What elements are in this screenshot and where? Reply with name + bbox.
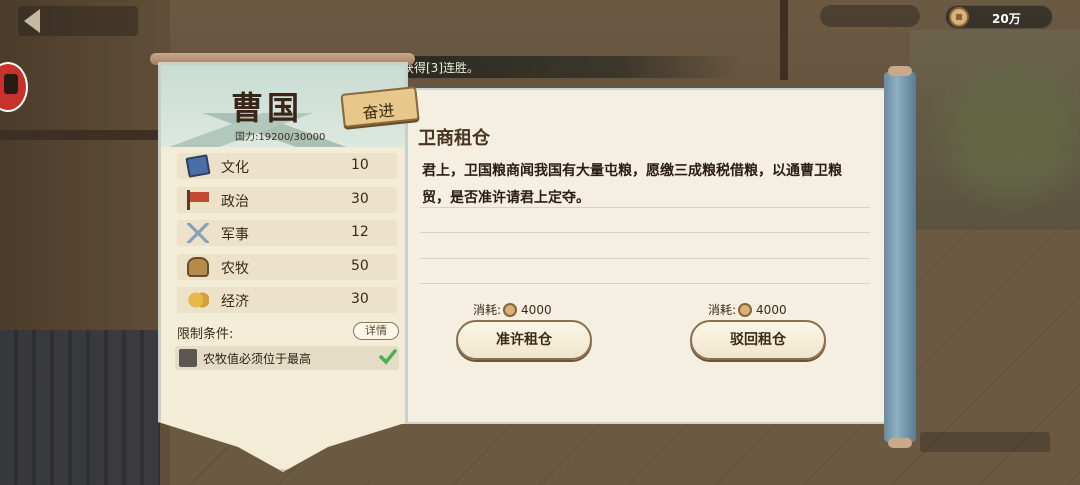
- coin-icon: [738, 303, 753, 317]
- cost-value: 4000: [521, 303, 552, 317]
- approve-cost: 消耗: 4000: [473, 301, 552, 318]
- flag-icon: [187, 190, 209, 210]
- coin-icon: [503, 303, 518, 317]
- cost-label: 消耗:: [473, 303, 502, 317]
- conditions-label: 限制条件:: [177, 327, 234, 342]
- back-button[interactable]: [18, 6, 138, 36]
- condition-item: 农牧值必须位于最高: [175, 346, 399, 370]
- stat-label: 经济: [221, 294, 249, 310]
- stat-value: 50: [351, 258, 369, 274]
- stat-value: 12: [351, 224, 369, 240]
- book-icon: [185, 154, 211, 178]
- power-value: 19200/30000: [258, 132, 326, 143]
- stat-row-agriculture: 农牧 50: [177, 254, 397, 280]
- national-power: 国力:19200/30000: [235, 128, 325, 143]
- check-icon: [379, 349, 397, 365]
- coin-counter[interactable]: 20万: [945, 5, 1053, 29]
- cost-label: 消耗:: [708, 303, 737, 317]
- divider: [420, 258, 870, 259]
- reject-button[interactable]: 驳回租仓: [690, 320, 826, 360]
- stat-label: 农牧: [221, 261, 249, 277]
- stat-row-economy: 经济 30: [177, 287, 397, 313]
- event-body: 君上，卫国粮商闻我国有大量屯粮，愿缴三成粮税借粮，以通曹卫粮贸，是否准许请君上定…: [422, 163, 842, 206]
- power-label: 国力:: [235, 132, 259, 143]
- reject-cost: 消耗: 4000: [708, 301, 787, 318]
- stat-value: 30: [351, 291, 369, 307]
- divider: [420, 207, 870, 208]
- stat-label: 文化: [221, 160, 249, 176]
- divider: [420, 283, 870, 284]
- top-resource-pill[interactable]: [820, 5, 920, 27]
- stat-row-politics: 政治 30: [177, 187, 397, 213]
- mask-icon: [4, 74, 18, 94]
- scroll-rod: [884, 66, 916, 448]
- coin-amount: 20万: [992, 12, 1021, 26]
- condition-text: 农牧值必须位于最高: [203, 352, 312, 366]
- crossed-swords-icon: [187, 223, 209, 243]
- divider: [420, 232, 870, 233]
- stat-label: 军事: [221, 227, 249, 243]
- granary-icon: [187, 257, 209, 277]
- country-name: 曹国: [231, 89, 304, 127]
- event-title: 卫商租仓: [418, 128, 490, 149]
- condition-icon: [179, 349, 197, 367]
- details-button[interactable]: 详情: [353, 322, 399, 340]
- stat-value: 30: [351, 191, 369, 207]
- cost-value: 4000: [756, 303, 787, 317]
- stat-row-culture: 文化 10: [177, 153, 397, 179]
- back-arrow-icon: [24, 9, 40, 33]
- stat-row-military: 军事 12: [177, 220, 397, 246]
- status-badge-text: 奋进: [361, 100, 396, 123]
- coin-icon: [949, 7, 969, 27]
- background-ui-element: [920, 432, 1050, 452]
- approve-button[interactable]: 准许租仓: [456, 320, 592, 360]
- stat-label: 政治: [221, 194, 249, 210]
- stat-value: 10: [351, 157, 369, 173]
- coins-icon: [187, 290, 209, 310]
